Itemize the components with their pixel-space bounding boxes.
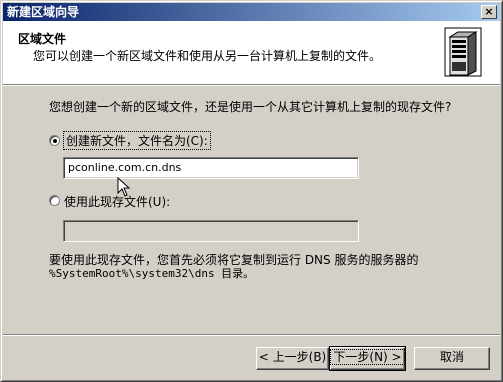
footer-divider <box>3 334 500 336</box>
new-filename-input[interactable]: pconline.com.cn.dns <box>63 157 359 179</box>
window-title: 新建区域向导 <box>7 5 80 19</box>
next-button-label: 下一步(N) > <box>330 349 405 365</box>
page-title: 区域文件 <box>18 32 67 46</box>
existing-file-label[interactable]: 使用此现存文件(U): <box>64 193 170 210</box>
cancel-button[interactable]: 取消 <box>414 347 490 370</box>
note-line-2: %SystemRoot%\system32\dns 目录。 <box>49 267 255 280</box>
page-subtitle: 您可以创建一个新区域文件和使用从另一台计算机上复制的文件。 <box>33 49 382 63</box>
back-button[interactable]: < 上一步(B) <box>256 347 329 370</box>
wizard-header: 区域文件 您可以创建一个新区域文件和使用从另一台计算机上复制的文件。 <box>3 21 500 85</box>
next-button[interactable]: 下一步(N) > <box>329 346 406 371</box>
question-text: 您想创建一个新的区域文件，还是使用一个从其它计算机上复制的现存文件? <box>49 100 452 114</box>
create-file-label[interactable]: 创建新文件，文件名为(C): <box>63 131 211 150</box>
title-bar[interactable]: 新建区域向导 × <box>3 3 500 21</box>
close-button[interactable]: × <box>481 5 497 19</box>
server-icon <box>444 27 482 77</box>
existing-file-radio[interactable] <box>49 195 60 206</box>
existing-filename-input[interactable] <box>63 220 359 242</box>
create-file-radio[interactable] <box>49 135 60 146</box>
wizard-window: 新建区域向导 × 区域文件 您可以创建一个新区域文件和使用从另一台计算机上复制的… <box>0 0 503 382</box>
